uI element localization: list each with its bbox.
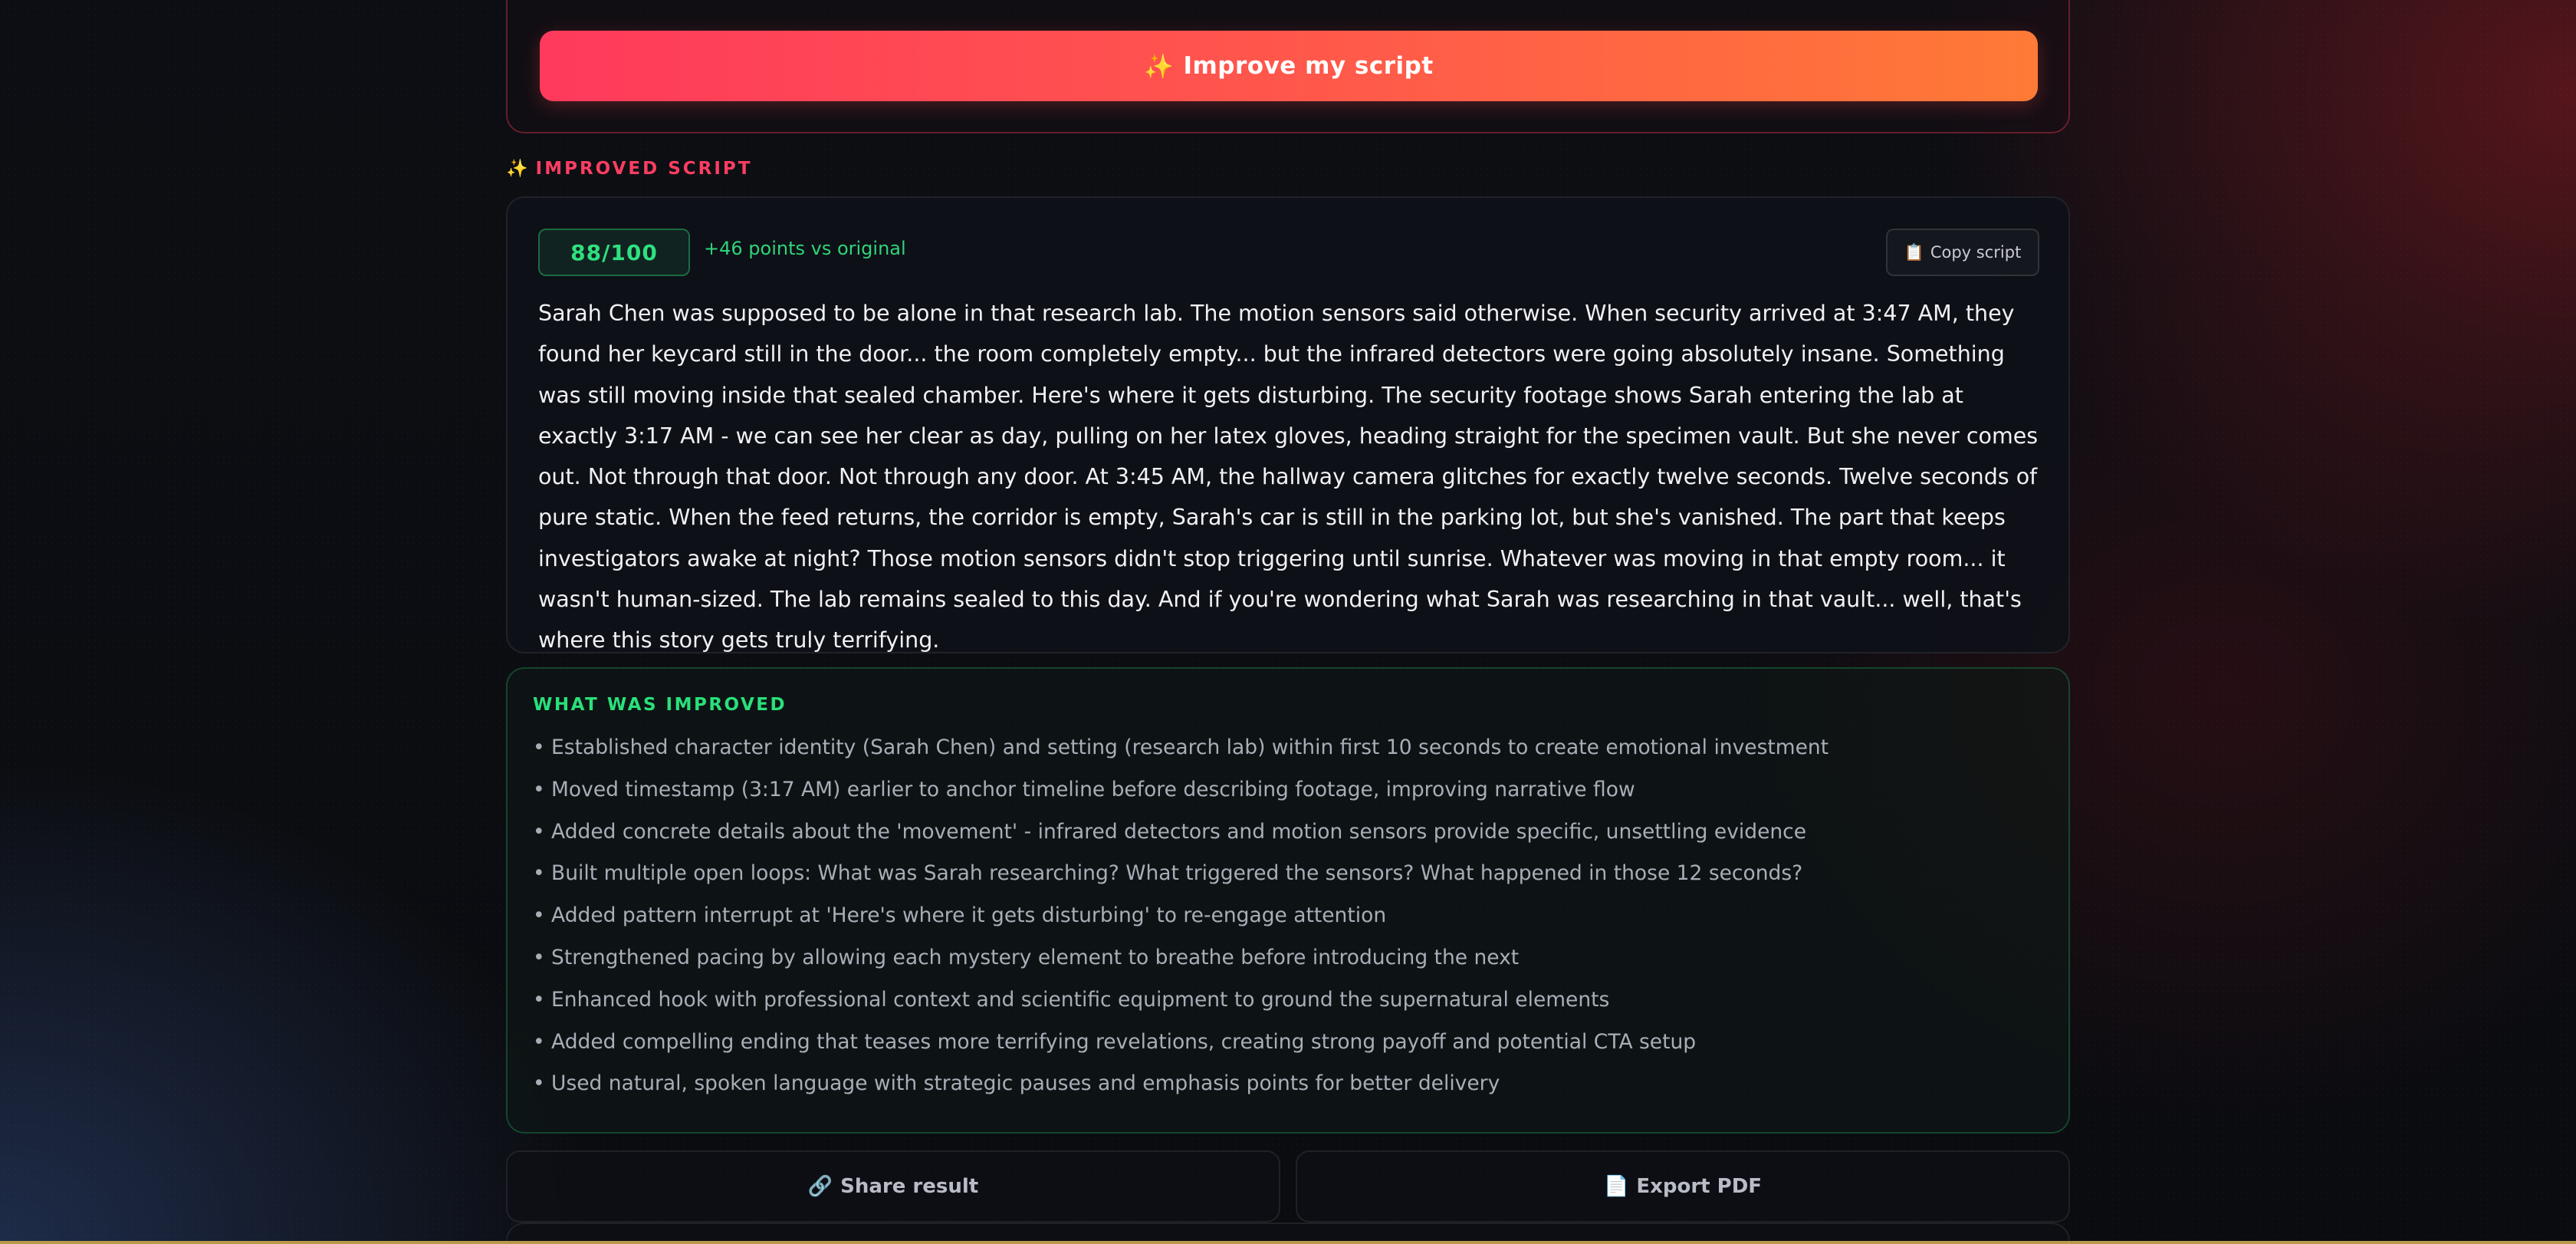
list-item: • Added compelling ending that teases mo… [533, 1029, 1697, 1054]
share-result-label: Share result [840, 1175, 979, 1198]
export-pdf-label: Export PDF [1636, 1175, 1763, 1198]
copy-script-button[interactable]: 📋 Copy script [1886, 229, 2039, 276]
score-badge: 88/100 [538, 229, 690, 276]
improved-script-label: IMPROVED SCRIPT [535, 158, 753, 179]
list-item: • Built multiple open loops: What was Sa… [533, 861, 1803, 886]
improve-script-button[interactable]: ✨ Improve my script [540, 31, 2038, 101]
script-text: Sarah Chen was supposed to be alone in t… [538, 301, 2039, 653]
list-item: • Strengthened pacing by allowing each m… [533, 945, 1520, 969]
improve-script-label: Improve my script [1183, 52, 1434, 80]
export-pdf-button[interactable]: 📄 Export PDF [1296, 1150, 2070, 1223]
document-icon: 📄 [1603, 1175, 1629, 1198]
list-item: • Established character identity (Sarah … [533, 736, 1829, 759]
improved-script-card: 88/100 +46 points vs original 📋 Copy scr… [506, 196, 2070, 653]
sparkles-icon: ✨ [1144, 52, 1175, 81]
score-delta: +46 points vs original [704, 238, 906, 259]
what-was-improved-card: WHAT WAS IMPROVED • Established characte… [506, 667, 2070, 1134]
clipboard-icon: 📋 [1904, 242, 1924, 262]
sparkles-icon: ✨ [506, 159, 528, 179]
copy-script-label: Copy script [1930, 243, 2022, 262]
list-item: • Added pattern interrupt at 'Here's whe… [533, 903, 1387, 928]
share-result-button[interactable]: 🔗 Share result [506, 1150, 1280, 1223]
improve-card: ✨ Improve my script [506, 0, 2070, 133]
list-item: • Moved timestamp (3:17 AM) earlier to a… [533, 777, 1635, 801]
window-bottom-border [0, 1241, 2576, 1244]
list-item: • Enhanced hook with professional contex… [533, 987, 1610, 1012]
improvement-list: • Established character identity (Sarah … [533, 727, 1829, 1105]
list-item: • Added concrete details about the 'move… [533, 819, 1807, 844]
list-item: • Used natural, spoken language with str… [533, 1071, 1500, 1096]
what-was-improved-title: WHAT WAS IMPROVED [533, 695, 787, 715]
improved-script-heading: ✨ IMPROVED SCRIPT [506, 158, 752, 179]
link-icon: 🔗 [807, 1175, 833, 1198]
